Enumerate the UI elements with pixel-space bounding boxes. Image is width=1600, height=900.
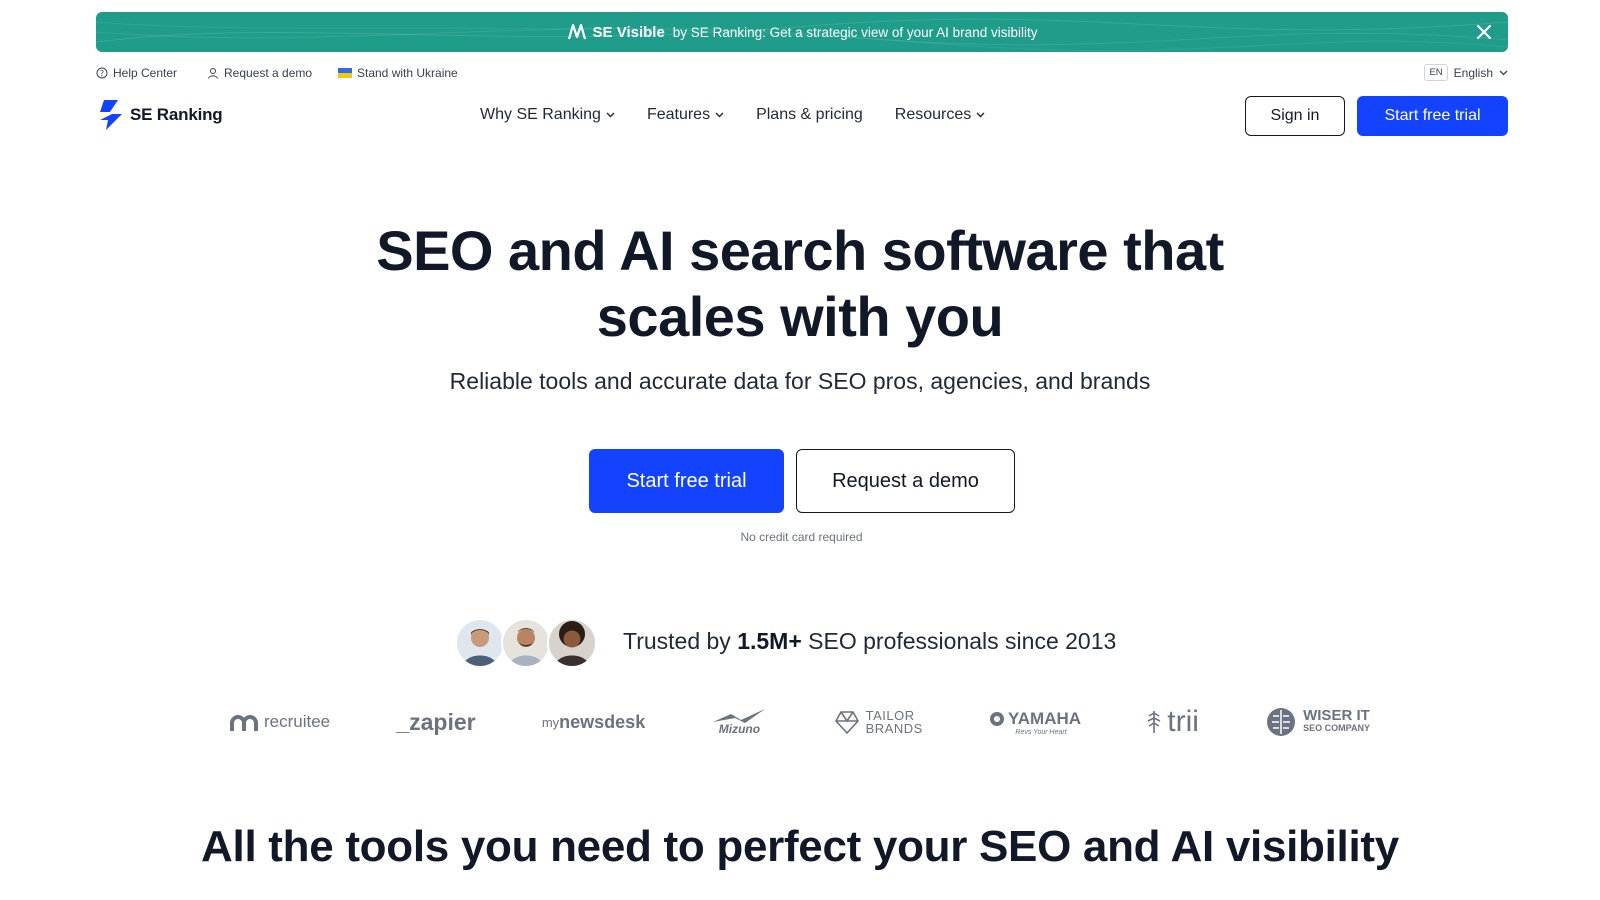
chevron-down-icon — [1499, 70, 1508, 75]
chevron-down-icon — [606, 112, 615, 118]
utility-bar: ? Help Center Request a demo Stand with … — [96, 64, 1508, 84]
recruitee-logo: recruitee — [230, 712, 330, 732]
main-nav: Why SE Ranking Features Plans & pricing … — [480, 106, 985, 124]
yamaha-tuning-fork-icon — [990, 711, 1004, 726]
tailor-brands-mark-icon — [834, 711, 859, 735]
banner-brand-text: SE Visible — [592, 23, 665, 41]
avatar — [547, 618, 597, 668]
zapier-logo: _zapier — [396, 709, 475, 736]
mynewsdesk-main-text: newsdesk — [559, 711, 646, 732]
nav-features-label: Features — [646, 106, 711, 123]
se-ranking-logo-icon — [100, 100, 122, 130]
help-center-label: Help Center — [113, 66, 178, 80]
language-name: English — [1453, 65, 1493, 80]
nav-resources[interactable]: Resources — [895, 106, 985, 124]
language-selector[interactable]: EN English — [1424, 64, 1508, 81]
se-ranking-logo[interactable]: SE Ranking — [96, 100, 223, 130]
nav-why-label: Why SE Ranking — [480, 106, 601, 123]
avatar — [501, 618, 551, 668]
client-logos: recruitee _zapier my newsdesk Mizuno TAI… — [230, 705, 1370, 739]
wiser-it-text: WISER IT — [1303, 707, 1370, 724]
logo-text: SE Ranking — [130, 105, 223, 124]
promo-banner[interactable]: SE Visible by SE Ranking: Get a strategi… — [96, 12, 1508, 52]
yamaha-logo: YAMAHA Revs Your Heart — [989, 709, 1081, 736]
nav-plans-label: Plans & pricing — [756, 106, 863, 123]
trii-logo: trii — [1147, 705, 1199, 739]
hero-subtitle: Reliable tools and accurate data for SEO… — [449, 368, 1151, 394]
recruitee-text: recruitee — [264, 712, 331, 731]
trust-prefix: Trusted by — [623, 628, 731, 654]
nav-resources-label: Resources — [894, 106, 972, 123]
banner-message: by SE Ranking: Get a strategic view of y… — [672, 24, 1038, 40]
se-visible-icon — [567, 23, 586, 40]
user-icon — [208, 68, 218, 79]
ukraine-label: Stand with Ukraine — [357, 66, 458, 80]
nav-features[interactable]: Features — [647, 106, 724, 124]
chevron-down-icon — [715, 112, 724, 118]
language-code: EN — [1424, 64, 1448, 81]
recruitee-mark-icon — [230, 715, 258, 731]
header-start-trial-button[interactable]: Start free trial — [1357, 96, 1508, 136]
zapier-text: _zapier — [396, 708, 476, 735]
request-demo-label: Request a demo — [224, 66, 313, 80]
hero-title-line1: SEO and AI search software that — [376, 219, 1224, 282]
avatar-group — [455, 618, 597, 668]
trust-suffix: SEO professionals since 2013 — [808, 628, 1117, 654]
nav-why-se-ranking[interactable]: Why SE Ranking — [480, 106, 615, 124]
trii-tree-icon — [1147, 711, 1161, 733]
chevron-down-icon — [976, 112, 985, 118]
yamaha-tagline: Revs Your Heart — [1015, 728, 1067, 736]
request-demo-link[interactable]: Request a demo — [207, 66, 312, 80]
tailor-brands-logo: TAILOR BRANDS — [834, 709, 923, 735]
mizuno-logo: Mizuno — [711, 708, 767, 736]
trust-highlight: 1.5M+ — [737, 628, 802, 654]
nav-plans-pricing[interactable]: Plans & pricing — [756, 106, 863, 124]
sign-in-button[interactable]: Sign in — [1245, 96, 1345, 136]
hero-title: SEO and AI search software that scales w… — [200, 218, 1400, 350]
wiser-it-logo: WISER IT SEO COMPANY — [1265, 706, 1370, 738]
trii-text: trii — [1167, 705, 1199, 738]
brands-text: BRANDS — [865, 721, 923, 736]
mynewsdesk-my-text: my — [541, 714, 560, 730]
help-center-link[interactable]: ? Help Center — [96, 66, 177, 80]
avatar — [455, 618, 505, 668]
seo-company-text: SEO COMPANY — [1303, 723, 1370, 733]
mizuno-text: Mizuno — [718, 722, 761, 736]
help-icon: ? — [96, 67, 108, 79]
se-visible-brand: SE Visible — [567, 23, 665, 41]
wiser-brain-icon — [1267, 708, 1296, 736]
svg-text:?: ? — [100, 69, 104, 78]
mynewsdesk-logo: my newsdesk — [542, 712, 645, 733]
hero-start-trial-button[interactable]: Start free trial — [589, 449, 784, 513]
hero-title-line2: scales with you — [596, 285, 1004, 348]
trust-statement: Trusted by 1.5M+ SEO professionals since… — [623, 628, 1116, 655]
ukraine-link[interactable]: Stand with Ukraine — [338, 66, 458, 80]
hero-request-demo-button[interactable]: Request a demo — [796, 449, 1015, 513]
ukraine-flag-icon — [338, 68, 352, 78]
close-icon[interactable] — [1474, 22, 1494, 42]
yamaha-text: YAMAHA — [1008, 708, 1082, 728]
no-credit-card-note: No credit card required — [740, 530, 863, 544]
tools-section-title: All the tools you need to perfect your S… — [201, 822, 1399, 871]
